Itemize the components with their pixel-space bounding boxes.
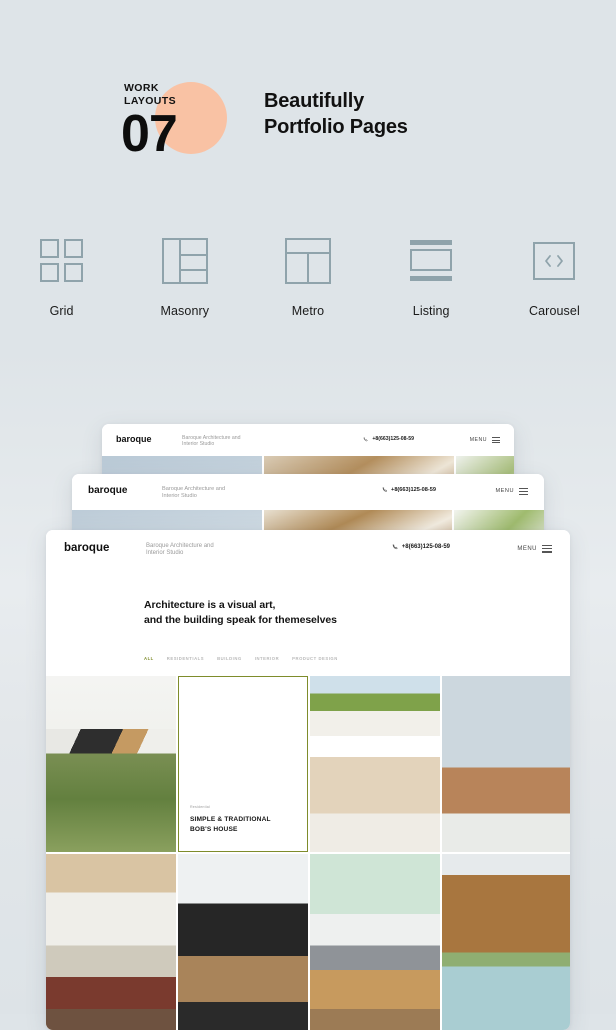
card-kicker: Residential [190,805,210,809]
portfolio-item-black-house[interactable] [178,854,308,1030]
layout-option-grid[interactable]: Grid [0,238,123,348]
portfolio-item-bobs-house[interactable]: Residential SIMPLE & TRADITIONAL BOB'S H… [178,676,308,852]
menu-label[interactable]: MENU [470,437,487,443]
hamburger-icon[interactable] [519,488,528,495]
site-tagline: Baroque Architecture and Interior Studio [182,435,241,447]
filter-product-design[interactable]: PRODUCT DESIGN [292,656,338,661]
layout-option-label: Masonry [160,304,210,318]
card-text: Residential SIMPLE & TRADITIONAL BOB'S H… [190,805,271,834]
hamburger-icon[interactable] [542,545,552,553]
layout-option-label: Metro [291,304,325,318]
site-tagline: Baroque Architecture and Interior Studio [146,543,214,556]
layout-option-label: Carousel [529,304,580,318]
portfolio-filter-bar: ALL RESIDENTIALS BUILDING INTERIOR PRODU… [144,656,338,661]
hero-section: WORK LAYOUTS 07 Beautifully Portfolio Pa… [0,0,616,200]
phone-icon [392,544,398,550]
layout-option-masonry[interactable]: Masonry [123,238,246,348]
browser-mockup-front[interactable]: baroque Baroque Architecture and Interio… [46,530,570,1030]
metro-icon [285,238,331,284]
filter-residentials[interactable]: RESIDENTIALS [167,656,204,661]
site-header: baroque Baroque Architecture and Interio… [72,474,544,510]
listing-icon [408,238,454,284]
portfolio-item-living-room[interactable] [310,854,440,1030]
layout-option-label: Grid [49,304,74,318]
portfolio-item-open-kitchen[interactable] [310,676,440,852]
filter-building[interactable]: BUILDING [217,656,242,661]
site-logo[interactable]: baroque [88,485,127,496]
carousel-icon [531,238,577,284]
site-logo[interactable]: baroque [64,542,109,554]
card-title: SIMPLE & TRADITIONAL BOB'S HOUSE [190,816,271,833]
site-phone[interactable]: +8(663)125-08-59 [402,544,450,550]
filter-interior[interactable]: INTERIOR [255,656,279,661]
portfolio-row: Residential SIMPLE & TRADITIONAL BOB'S H… [46,676,570,852]
layout-option-carousel[interactable]: Carousel [493,238,616,348]
portfolio-grid: Residential SIMPLE & TRADITIONAL BOB'S H… [46,676,570,1030]
page-title: Beautifully Portfolio Pages [264,90,408,138]
hamburger-icon[interactable] [492,437,500,444]
layout-count: 07 [121,105,178,163]
site-phone[interactable]: +8(663)125-08-59 [391,487,436,493]
masonry-icon [161,238,208,284]
portfolio-item-glass-house[interactable] [442,676,570,852]
site-logo[interactable]: baroque [116,434,152,444]
site-header: baroque Baroque Architecture and Interio… [102,424,514,456]
site-phone[interactable]: +8(663)125-08-59 [372,436,414,442]
portfolio-item-timber-cube[interactable] [442,854,570,1030]
layout-options-row: Grid Masonry Metro Listing Carousel [0,238,616,348]
menu-label[interactable]: MENU [517,546,537,552]
menu-label[interactable]: MENU [496,488,514,494]
phone-icon [382,487,387,492]
portfolio-row [46,854,570,1030]
portfolio-item-loft-cafe[interactable] [46,854,176,1030]
layout-option-label: Listing [412,304,450,318]
site-tagline: Baroque Architecture and Interior Studio [162,486,226,499]
layout-option-metro[interactable]: Metro [246,238,369,348]
portfolio-headline: Architecture is a visual art, and the bu… [144,599,337,626]
grid-icon [39,238,85,284]
phone-icon [364,436,369,441]
filter-all[interactable]: ALL [144,656,154,661]
site-header: baroque Baroque Architecture and Interio… [46,530,570,568]
layout-option-listing[interactable]: Listing [370,238,493,348]
portfolio-item-modern-villa[interactable] [46,676,176,852]
